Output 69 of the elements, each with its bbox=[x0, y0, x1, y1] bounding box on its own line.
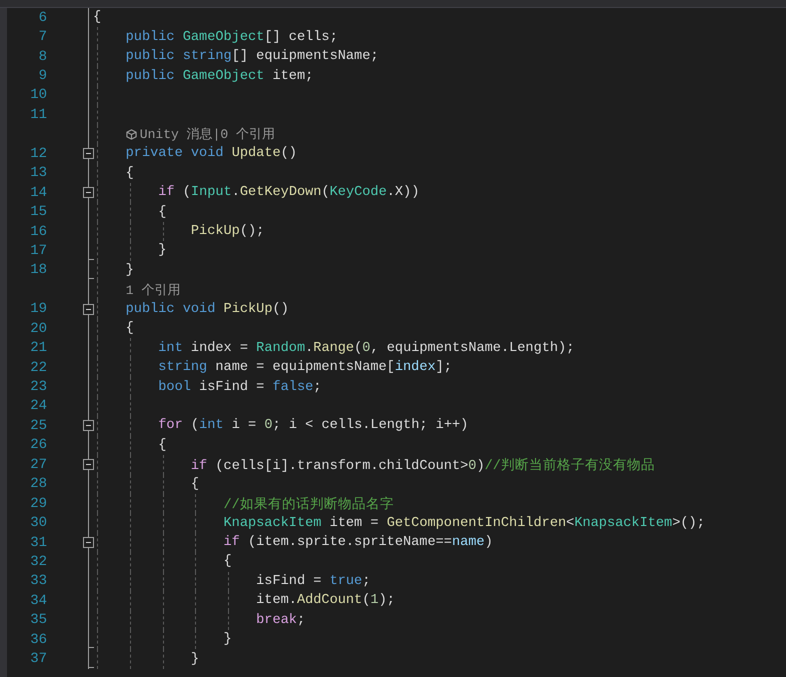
line-number: 17 bbox=[30, 242, 47, 259]
codelens-text[interactable]: Unity 消息|0 个引用 bbox=[140, 125, 276, 144]
line-number: 21 bbox=[30, 340, 47, 356]
code-line: bool isFind = false; bbox=[157, 380, 322, 395]
line-number: 11 bbox=[30, 106, 47, 123]
code-line: public void PickUp() bbox=[124, 302, 289, 317]
line-number: 6 bbox=[38, 10, 47, 26]
line-number: 12 bbox=[30, 146, 47, 162]
line-number: 15 bbox=[30, 204, 47, 220]
collapse-icon[interactable] bbox=[83, 536, 94, 548]
code-line: string name = equipmentsName[index]; bbox=[157, 360, 452, 376]
codelens-text[interactable]: 1 个引用 bbox=[126, 280, 180, 299]
line-number: 32 bbox=[30, 554, 47, 570]
line-number: 14 bbox=[30, 184, 47, 201]
code-line: if (Input.GetKeyDown(KeyCode.X)) bbox=[157, 185, 420, 200]
code-line: { bbox=[222, 554, 232, 570]
collapse-icon[interactable] bbox=[83, 304, 94, 315]
code-line: for (int i = 0; i < cells.Length; i++) bbox=[157, 418, 468, 434]
collapse-icon[interactable] bbox=[83, 459, 94, 470]
code-line: KnapsackItem item = GetComponentInChildren<KnapsackItem>(); bbox=[222, 516, 705, 531]
code-line: public string[] equipmentsName; bbox=[124, 49, 379, 64]
code-line: int index = Random.Range(0, equipmentsName.Length); bbox=[157, 340, 574, 356]
line-number: 9 bbox=[38, 68, 47, 84]
line-number: 13 bbox=[30, 165, 47, 182]
line-number: 33 bbox=[30, 573, 47, 590]
code-line: } bbox=[222, 632, 232, 648]
line-number: 36 bbox=[30, 632, 47, 648]
code-line: { bbox=[124, 166, 134, 181]
line-number: 29 bbox=[30, 496, 47, 512]
collapse-icon[interactable] bbox=[83, 148, 94, 160]
code-line: //如果有的话判断物品名字 bbox=[222, 496, 394, 513]
line-number: 16 bbox=[30, 224, 47, 240]
code-line: } bbox=[157, 243, 166, 258]
code-line: item.AddCount(1); bbox=[255, 593, 395, 608]
code-line: isFind = true; bbox=[255, 574, 370, 589]
collapse-icon[interactable] bbox=[83, 420, 94, 432]
code-line: { bbox=[93, 10, 102, 26]
code-line: private void Update() bbox=[124, 146, 297, 162]
code-line: { bbox=[124, 321, 134, 336]
line-number: 26 bbox=[30, 437, 47, 454]
code-line: if (item.sprite.spriteName==name) bbox=[222, 535, 493, 550]
collapse-icon[interactable] bbox=[83, 186, 94, 198]
code-line: } bbox=[190, 652, 200, 667]
line-number: 8 bbox=[38, 48, 47, 65]
line-number: 24 bbox=[30, 398, 47, 414]
line-number: 23 bbox=[30, 379, 47, 396]
line-number: 37 bbox=[30, 651, 47, 668]
code-line: { bbox=[157, 438, 166, 453]
line-number: 28 bbox=[30, 476, 47, 492]
line-number: 35 bbox=[30, 612, 47, 628]
line-number: 10 bbox=[30, 87, 47, 104]
code-line: public GameObject[] cells; bbox=[124, 30, 338, 45]
line-number: 20 bbox=[30, 320, 47, 337]
code-line: break; bbox=[255, 612, 306, 628]
line-number: 31 bbox=[30, 534, 47, 551]
code-line: { bbox=[190, 476, 200, 492]
line-number: 30 bbox=[30, 515, 47, 532]
code-line: { bbox=[157, 204, 166, 220]
code-line: public GameObject item; bbox=[124, 68, 314, 84]
line-number: 22 bbox=[30, 360, 47, 376]
code-line: PickUp(); bbox=[190, 224, 264, 240]
line-number: 25 bbox=[30, 418, 47, 434]
code-line: if (cells[i].transform.childCount>0)//判断当前格子有没有物品 bbox=[190, 456, 655, 474]
line-number: 19 bbox=[30, 301, 47, 318]
code-line: } bbox=[124, 262, 134, 278]
line-number: 7 bbox=[38, 29, 47, 46]
line-number: 34 bbox=[30, 592, 47, 609]
line-number: 18 bbox=[30, 262, 47, 278]
line-number: 27 bbox=[30, 456, 47, 473]
